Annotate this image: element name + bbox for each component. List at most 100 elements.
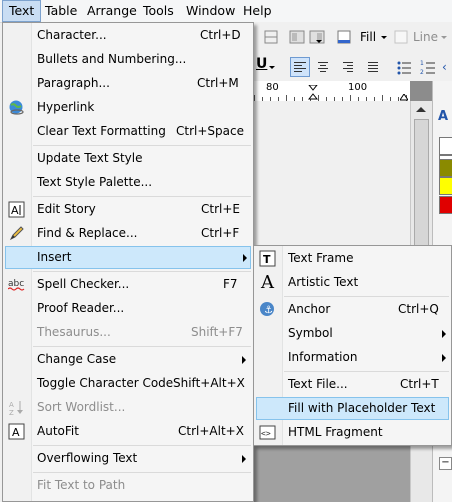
menu-item-label: Character... bbox=[37, 28, 107, 42]
menu-item-text-style-palette[interactable]: Text Style Palette... bbox=[5, 171, 251, 194]
text-menu: Character... Ctrl+D Bullets and Numberin… bbox=[2, 22, 254, 502]
menu-item-paragraph[interactable]: Paragraph... Ctrl+M bbox=[5, 72, 251, 95]
menu-item-label: Find & Replace... bbox=[37, 226, 138, 240]
menu-item-hyperlink[interactable]: Hyperlink bbox=[5, 96, 251, 119]
align-right-icon[interactable] bbox=[339, 58, 357, 76]
menu-separator bbox=[33, 346, 251, 347]
fill-icon[interactable] bbox=[336, 28, 354, 46]
menu-item-label: Paragraph... bbox=[37, 76, 110, 90]
menu-separator bbox=[33, 145, 251, 146]
align-center-icon[interactable] bbox=[314, 58, 332, 76]
artistic-text-icon: A bbox=[261, 272, 274, 293]
bullets-icon[interactable] bbox=[395, 58, 413, 76]
menu-item-label: Spell Checker... bbox=[37, 277, 130, 291]
menu-item-edit-story[interactable]: A Edit Story Ctrl+E bbox=[5, 198, 251, 221]
menu-item-bullets-numbering[interactable]: Bullets and Numbering... bbox=[5, 48, 251, 71]
align-grid-icon[interactable] bbox=[262, 28, 280, 46]
menu-item-shortcut: Ctrl+E bbox=[201, 202, 240, 216]
swatch-red[interactable] bbox=[439, 196, 452, 214]
submenu-arrow-icon bbox=[243, 254, 247, 262]
menu-item-fit-text-to-path[interactable]: Fit Text to Path bbox=[5, 474, 251, 497]
fill-label[interactable]: Fill bbox=[360, 30, 376, 44]
menu-item-update-text-style[interactable]: Update Text Style bbox=[5, 147, 251, 170]
menu-item-label: Information bbox=[288, 350, 358, 364]
layout-dropdown-icon[interactable] bbox=[316, 40, 322, 43]
menu-item-label: Bullets and Numbering... bbox=[37, 52, 187, 66]
toolbar-overflow-icon[interactable]: ‹ bbox=[442, 60, 447, 74]
menu-help[interactable]: Help bbox=[237, 0, 278, 22]
menu-item-label: Fill with Placeholder Text bbox=[288, 401, 436, 415]
submenu-item-fill-placeholder-text[interactable]: Fill with Placeholder Text bbox=[256, 397, 449, 420]
swatch-yellow[interactable] bbox=[439, 177, 452, 195]
submenu-item-symbol[interactable]: Symbol bbox=[256, 322, 449, 345]
submenu-item-information[interactable]: Information bbox=[256, 346, 449, 369]
menu-window[interactable]: Window bbox=[180, 0, 241, 22]
menu-item-change-case[interactable]: Change Case bbox=[5, 348, 251, 371]
svg-text:⚓: ⚓ bbox=[264, 305, 273, 316]
menu-text[interactable]: Text bbox=[2, 0, 42, 22]
menu-separator bbox=[33, 472, 251, 473]
menu-item-shortcut: Shift+F7 bbox=[191, 325, 243, 339]
menu-item-shortcut: Ctrl+T bbox=[400, 377, 439, 391]
menu-item-label: Anchor bbox=[288, 302, 331, 316]
menu-item-shortcut: F7 bbox=[223, 277, 238, 291]
submenu-item-anchor[interactable]: ⚓ Anchor Ctrl+Q bbox=[256, 298, 449, 321]
autofit-icon: A bbox=[8, 423, 25, 440]
submenu-arrow-icon bbox=[442, 354, 446, 362]
align-left-icon[interactable] bbox=[290, 57, 310, 77]
submenu-item-text-file[interactable]: Text File... Ctrl+T bbox=[256, 373, 449, 396]
swatch-olive[interactable] bbox=[439, 159, 452, 177]
swatch-white[interactable] bbox=[439, 137, 452, 155]
menu-item-character[interactable]: Character... Ctrl+D bbox=[5, 24, 251, 47]
fill-dropdown-icon[interactable] bbox=[381, 36, 387, 39]
spell-check-abc-icon: abc bbox=[7, 276, 25, 293]
html-fragment-icon: <> bbox=[259, 424, 276, 441]
line-dropdown-icon[interactable] bbox=[441, 36, 447, 39]
underline-icon[interactable]: U bbox=[256, 56, 267, 72]
menu-item-label: Clear Text Formatting bbox=[37, 124, 166, 138]
menu-item-toggle-character-code[interactable]: Toggle Character Code Shift+Alt+X bbox=[5, 372, 251, 395]
line-icon[interactable] bbox=[393, 28, 411, 46]
menu-item-shortcut: Ctrl+M bbox=[197, 76, 239, 90]
ruler-label-80: 80 bbox=[266, 82, 279, 93]
svg-text:Z: Z bbox=[9, 409, 14, 416]
menu-item-autofit[interactable]: A AutoFit Ctrl+Alt+X bbox=[5, 420, 251, 443]
menu-item-label: Artistic Text bbox=[288, 275, 359, 289]
menu-item-insert[interactable]: Insert bbox=[5, 246, 251, 269]
scroll-thumb[interactable] bbox=[414, 119, 429, 249]
submenu-item-text-frame[interactable]: T Text Frame bbox=[256, 247, 449, 270]
scroll-up-icon[interactable] bbox=[416, 107, 426, 112]
hyperlink-globe-icon bbox=[8, 99, 25, 116]
menu-table[interactable]: Table bbox=[39, 0, 83, 22]
sort-az-icon: AZ bbox=[8, 399, 25, 417]
menu-item-label: Insert bbox=[37, 250, 72, 264]
menu-separator bbox=[33, 445, 251, 446]
submenu-arrow-icon bbox=[442, 330, 446, 338]
menu-tools[interactable]: Tools bbox=[137, 0, 180, 22]
justify-icon[interactable] bbox=[364, 58, 382, 76]
anchor-icon: ⚓ bbox=[259, 301, 276, 318]
menu-item-shortcut: Shift+Alt+X bbox=[173, 376, 245, 390]
line-label[interactable]: Line bbox=[413, 30, 438, 44]
menu-item-spell-checker[interactable]: abc Spell Checker... F7 bbox=[5, 273, 251, 296]
menu-item-clear-text-formatting[interactable]: Clear Text Formatting Ctrl+Space bbox=[5, 120, 251, 143]
menu-item-label: Text File... bbox=[288, 377, 348, 391]
submenu-item-artistic-text[interactable]: A Artistic Text bbox=[256, 271, 449, 294]
menu-item-sort-wordlist[interactable]: AZ Sort Wordlist... bbox=[5, 396, 251, 419]
menu-arrange[interactable]: Arrange bbox=[81, 0, 143, 22]
menu-separator bbox=[33, 196, 251, 197]
underline-dropdown-icon[interactable] bbox=[269, 66, 275, 69]
menu-item-proof-reader[interactable]: Proof Reader... bbox=[5, 297, 251, 320]
document-page[interactable] bbox=[252, 101, 412, 249]
numbering-icon[interactable]: 12 bbox=[419, 58, 437, 76]
collapse-icon[interactable]: − bbox=[439, 457, 452, 470]
submenu-item-html-fragment[interactable]: <> HTML Fragment bbox=[256, 421, 449, 444]
frame-layout-icon[interactable] bbox=[288, 28, 306, 46]
wrap-layout-icon[interactable] bbox=[308, 28, 326, 46]
menu-item-find-replace[interactable]: Find & Replace... Ctrl+F bbox=[5, 222, 251, 245]
submenu-arrow-icon bbox=[242, 356, 246, 364]
menu-item-overflowing-text[interactable]: Overflowing Text bbox=[5, 447, 251, 470]
menu-item-label: Text Frame bbox=[288, 251, 354, 265]
text-color-icon[interactable]: A bbox=[438, 109, 448, 124]
menu-item-thesaurus[interactable]: Thesaurus... Shift+F7 bbox=[5, 321, 251, 344]
